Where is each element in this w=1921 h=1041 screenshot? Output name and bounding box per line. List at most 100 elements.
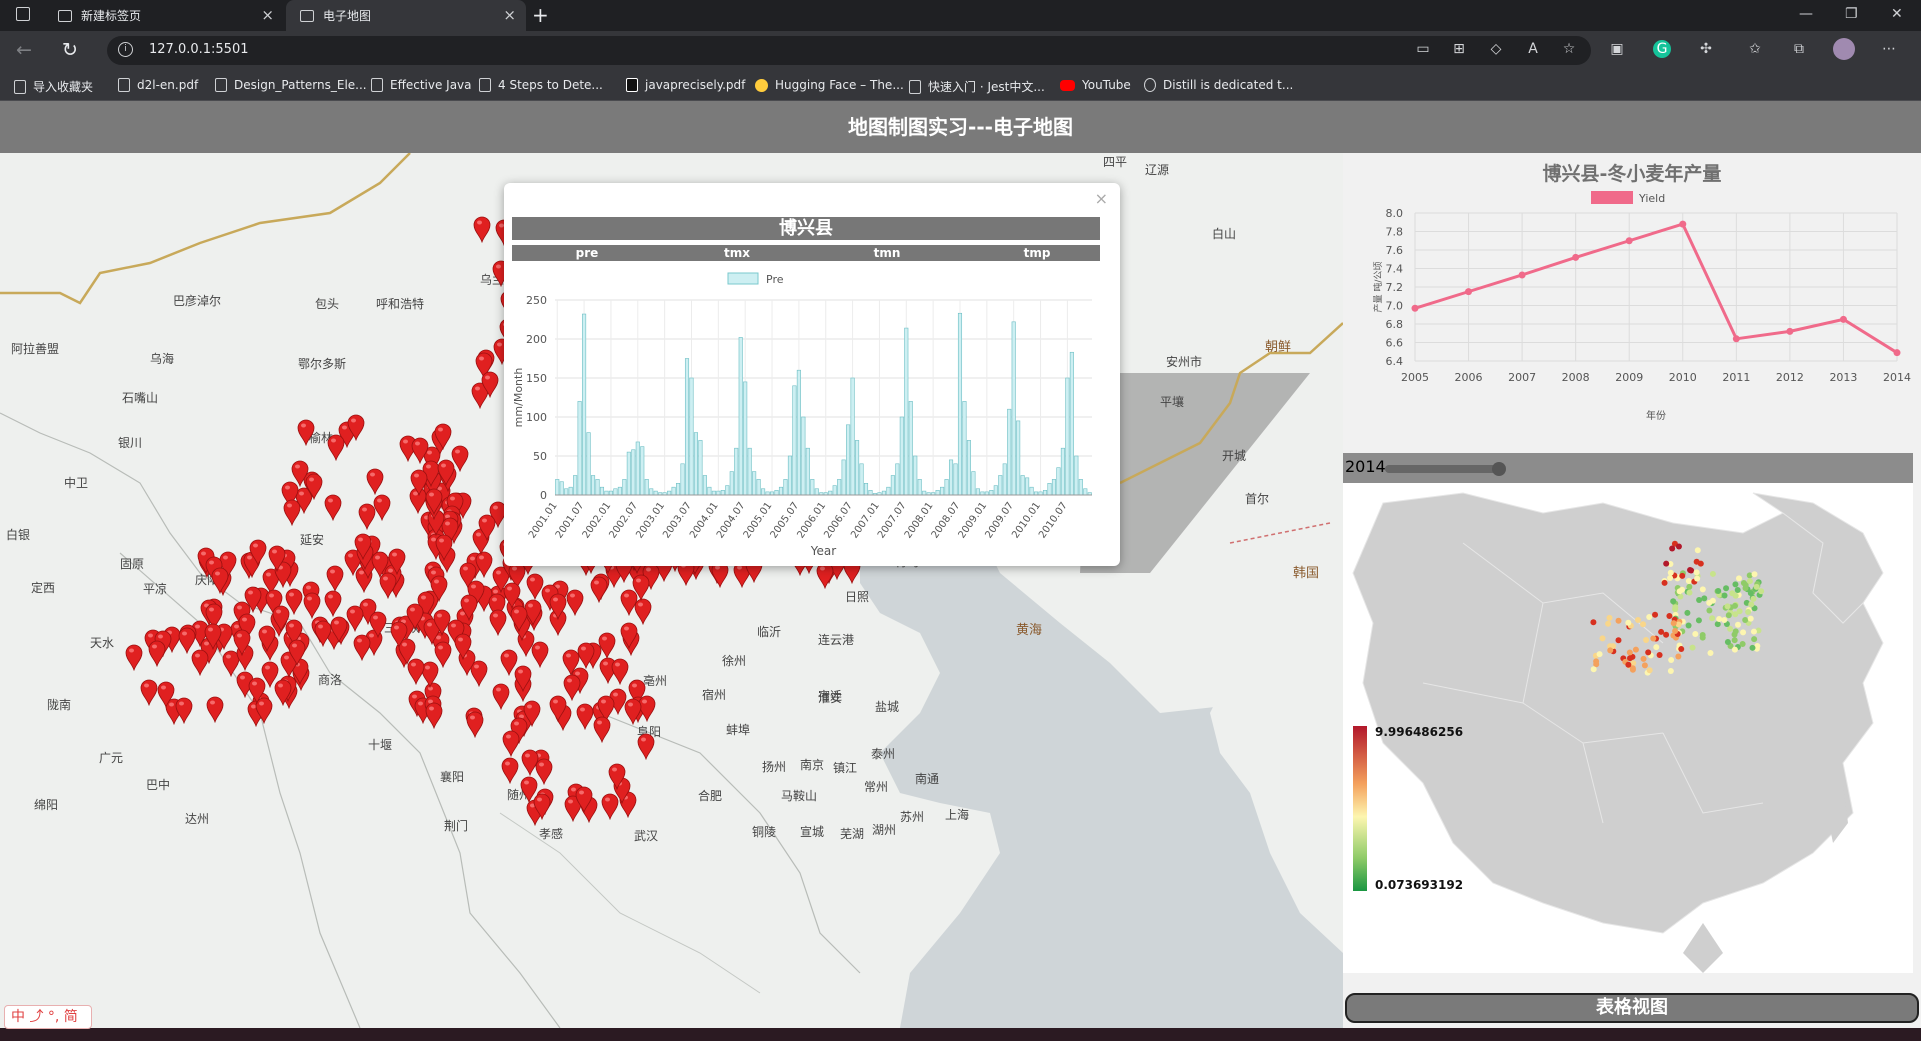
yield-dot[interactable] [1714,621,1721,628]
precip-bar[interactable] [644,479,649,496]
map-marker-icon[interactable] [283,499,301,526]
yield-dot[interactable] [1751,636,1758,643]
back-icon[interactable]: ← [16,39,32,61]
yield-dot[interactable] [1699,586,1706,593]
yield-dot[interactable] [1672,604,1679,611]
map-marker-icon[interactable] [577,642,595,669]
yield-dot[interactable] [1694,547,1701,554]
tab-tmn[interactable]: tmn [812,245,962,261]
map-marker-icon[interactable] [501,757,519,784]
map-marker-icon[interactable] [510,605,528,633]
yield-dot[interactable] [1672,628,1679,635]
precip-bar[interactable] [1056,467,1061,496]
extension-icon[interactable]: ▣ [1608,40,1626,58]
map-marker-icon[interactable] [369,611,387,638]
yield-dot[interactable] [1678,646,1685,653]
map-marker-icon[interactable] [268,545,286,572]
precip-bar[interactable] [850,377,855,496]
yield-dot[interactable] [1751,571,1758,578]
precip-bar[interactable] [720,490,725,496]
precip-bar[interactable] [1083,488,1088,496]
map-marker-icon[interactable] [157,681,175,708]
precip-bar[interactable] [626,451,631,496]
yield-dot[interactable] [1653,644,1660,651]
precip-bar[interactable] [693,432,699,496]
more-icon[interactable]: ⋯ [1880,40,1898,58]
precip-bar[interactable] [595,479,600,496]
precip-bar[interactable] [881,490,886,496]
yield-dot[interactable] [1675,653,1682,660]
precip-bar[interactable] [649,488,654,496]
yield-dot[interactable] [1590,619,1597,626]
yield-dot[interactable] [1669,545,1676,552]
precip-bar[interactable] [684,358,690,496]
precip-bar[interactable] [729,471,734,496]
grammarly-icon[interactable]: G [1653,40,1671,58]
map-marker-icon[interactable] [430,575,448,603]
yield-dot[interactable] [1646,614,1653,621]
bookmark-item[interactable]: 导入收藏夹 [14,78,93,95]
precip-bar[interactable] [940,486,945,496]
map-marker-icon[interactable] [206,696,224,723]
yield-dot[interactable] [1723,585,1730,592]
precip-bar[interactable] [591,475,596,496]
precip-bar[interactable] [564,488,569,496]
yield-dot[interactable] [1739,640,1746,647]
yield-dot[interactable] [1689,644,1696,651]
map-marker-icon[interactable] [575,786,593,813]
precip-bar[interactable] [1078,479,1083,496]
yield-dot[interactable] [1652,611,1659,618]
map-marker-icon[interactable] [411,437,429,465]
precip-bar[interactable] [573,475,578,496]
yield-dot[interactable] [1646,667,1653,674]
yield-dot[interactable] [1734,621,1741,628]
precip-bar[interactable] [555,479,560,496]
precip-bar[interactable] [868,490,873,496]
map-marker-icon[interactable] [608,763,626,790]
yield-dot[interactable] [1724,639,1731,646]
precip-bar[interactable] [1042,490,1048,496]
yield-point[interactable] [1518,271,1526,279]
yield-dot[interactable] [1731,602,1738,609]
yield-dot[interactable] [1626,649,1633,656]
yield-dot[interactable] [1596,651,1603,658]
map-marker-icon[interactable] [346,605,364,633]
map-marker-icon[interactable] [425,488,443,516]
yield-dot[interactable] [1606,614,1613,621]
yield-dot[interactable] [1732,628,1739,635]
yield-dot[interactable] [1742,585,1749,592]
precip-bar[interactable] [904,327,909,496]
close-icon[interactable]: × [503,6,516,24]
yield-dot[interactable] [1716,616,1723,623]
map-marker-icon[interactable] [620,622,638,649]
yield-dot[interactable] [1709,615,1716,622]
precip-bar[interactable] [975,488,980,496]
map-marker-icon[interactable] [535,758,553,786]
precip-bar[interactable] [671,486,676,496]
yield-dot[interactable] [1758,588,1765,595]
yield-dot[interactable] [1745,609,1752,615]
precip-bar[interactable] [752,471,757,496]
yield-dot[interactable] [1670,598,1677,605]
precip-bar[interactable] [761,488,766,496]
precip-bar[interactable] [711,490,716,496]
tab-new-tab[interactable]: 新建标签页 × [44,0,284,31]
precip-bar[interactable] [998,475,1003,496]
map-marker-icon[interactable] [454,633,472,660]
bookmark-item[interactable]: Hugging Face – The... [755,78,904,92]
precip-bar[interactable] [774,490,779,496]
map-marker-icon[interactable] [305,473,323,500]
yield-point[interactable] [1411,304,1419,312]
map-marker-icon[interactable] [297,419,315,447]
precip-bar[interactable] [608,490,613,496]
precip-bar[interactable] [702,475,707,496]
yield-dot[interactable] [1640,621,1647,628]
tag-icon[interactable]: ◇ [1487,40,1505,58]
precip-bar[interactable] [743,381,748,496]
precip-bar[interactable] [1060,447,1065,496]
favorite-icon[interactable]: ☆ [1560,40,1578,58]
precip-bar[interactable] [707,486,712,496]
precip-bar[interactable] [1016,420,1021,496]
map-marker-icon[interactable] [478,514,496,542]
precip-bar[interactable] [676,483,681,496]
